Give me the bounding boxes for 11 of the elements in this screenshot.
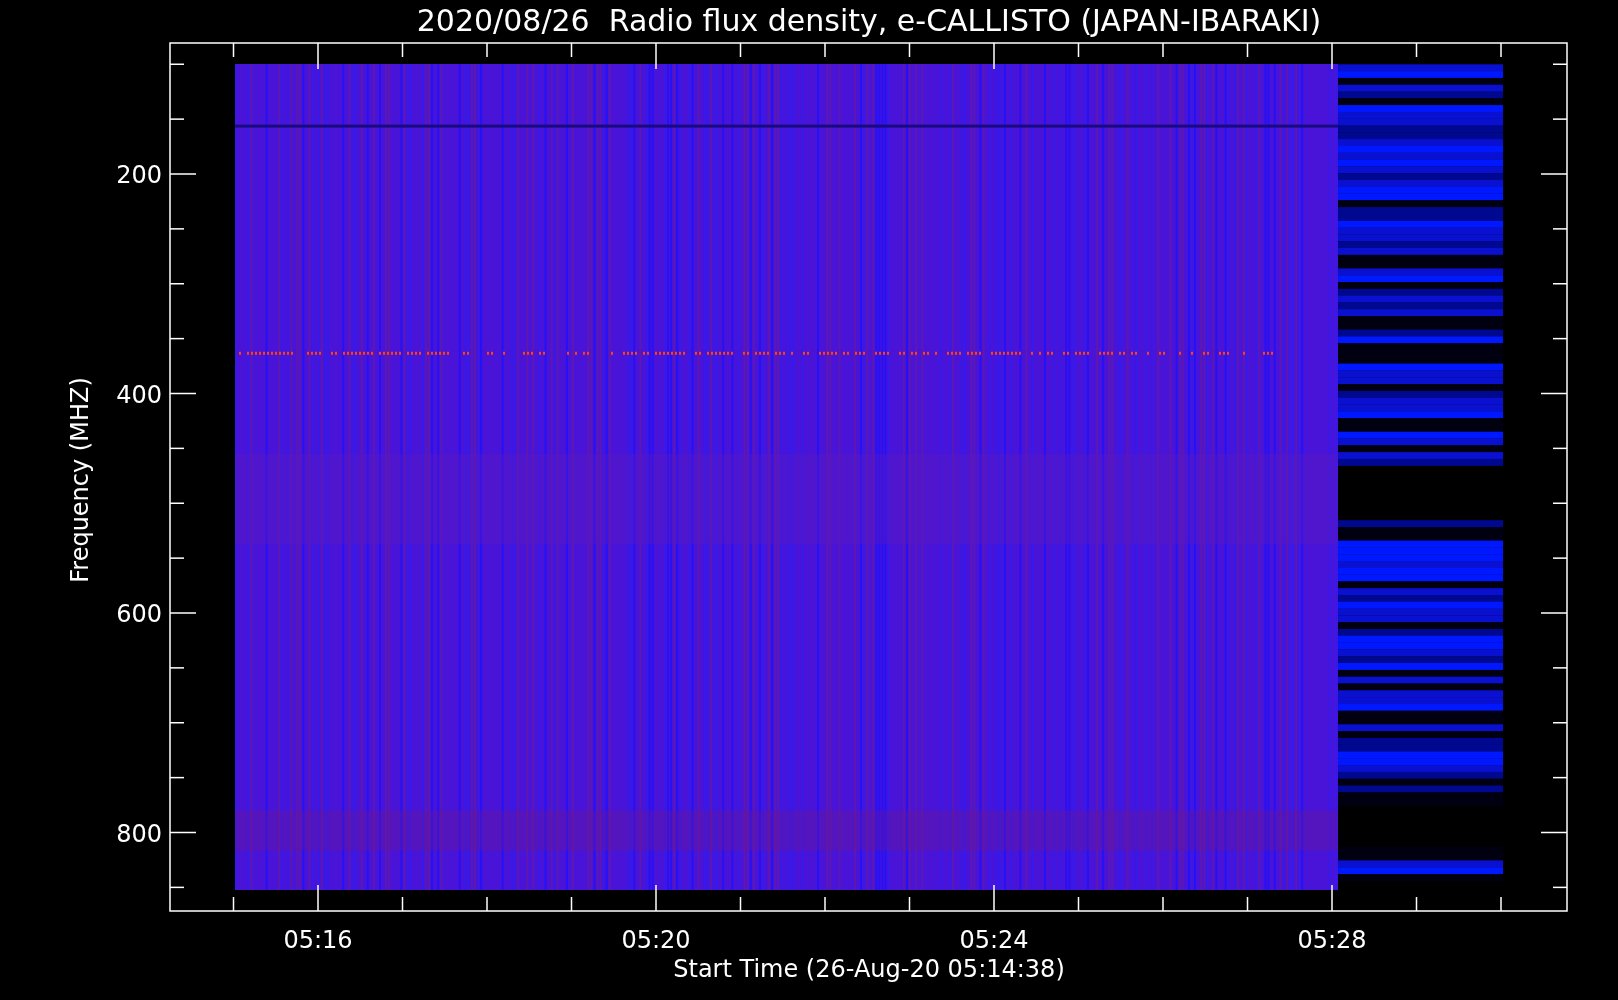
y-tick-label: 400 <box>116 380 162 409</box>
y-tick-label: 800 <box>116 819 162 848</box>
y-tick-label: 600 <box>116 600 162 628</box>
x-tick-label: 05:20 <box>621 926 691 954</box>
x-tick-label: 05:28 <box>1297 926 1367 954</box>
x-tick-label: 05:24 <box>959 926 1029 954</box>
x-axis-label: Start Time (26-Aug-20 05:14:38) <box>673 955 1065 983</box>
y-tick-label: 200 <box>116 161 162 189</box>
y-axis-label: Frequency (MHZ) <box>66 377 94 583</box>
chart-title: 2020/08/26 Radio flux density, e-CALLISTO (JAPAN-IBARAKI) <box>416 3 1322 38</box>
x-tick-label: 05:16 <box>283 926 353 954</box>
